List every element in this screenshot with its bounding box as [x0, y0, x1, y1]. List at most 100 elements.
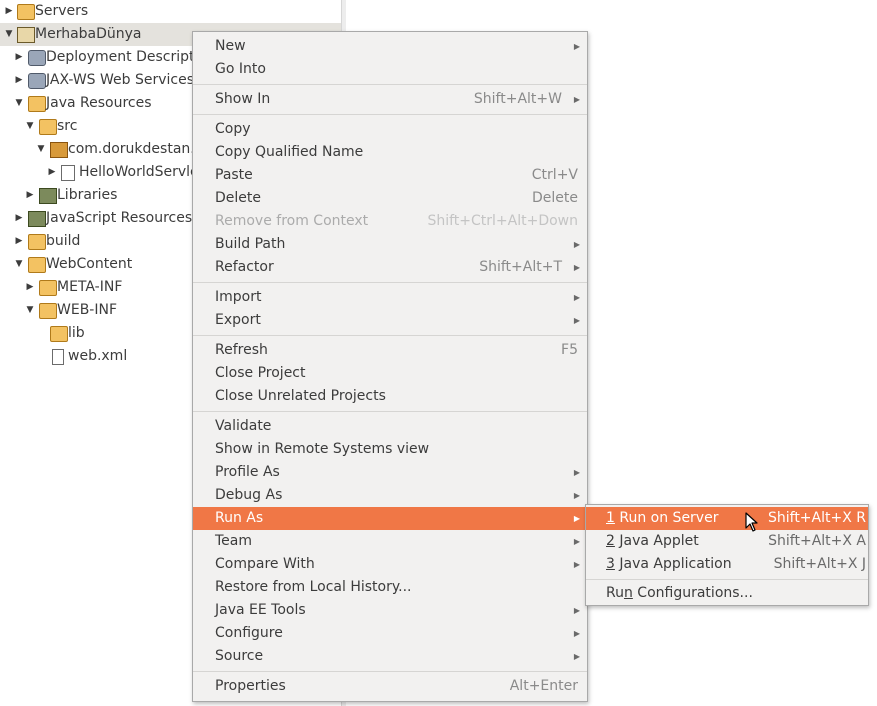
menu-item-java-applet[interactable]: 2 Java Applet Shift+Alt+X A [586, 530, 868, 553]
menu-item-label: Go Into [215, 61, 266, 77]
menu-item-build-path[interactable]: Build Path ▶ [193, 233, 587, 256]
menu-item-compare-with[interactable]: Compare With ▶ [193, 553, 587, 576]
submenu-arrow-icon: ▶ [573, 652, 580, 661]
submenu-arrow-icon: ▶ [573, 293, 580, 302]
tree-item-label: lib [68, 325, 85, 341]
context-menu: New ▶ Go Into Show In Shift+Alt+W ▶ Copy… [192, 31, 588, 702]
menu-item-show-in[interactable]: Show In Shift+Alt+W ▶ [193, 88, 587, 111]
menu-item-validate[interactable]: Validate [193, 415, 587, 438]
expanded-arrow-icon[interactable]: ▼ [13, 92, 25, 115]
menu-item-run-configurations[interactable]: Run Configurations... [586, 582, 868, 605]
mnemonic: 3 [606, 556, 615, 572]
web-project-icon [17, 27, 35, 43]
collapsed-arrow-icon[interactable]: ▶ [24, 184, 36, 207]
tree-item-label: Java Resources [46, 95, 152, 111]
menu-item-shortcut: Shift+Alt+W [473, 91, 562, 107]
java-file-icon [61, 165, 75, 181]
menu-item-paste[interactable]: Paste Ctrl+V [193, 164, 587, 187]
menu-item-configure[interactable]: Configure ▶ [193, 622, 587, 645]
menu-item-close-unrelated-projects[interactable]: Close Unrelated Projects [193, 385, 587, 408]
libraries-icon [39, 188, 57, 204]
expanded-arrow-icon[interactable]: ▼ [35, 138, 47, 161]
label-text: Java Application [614, 556, 732, 572]
menu-item-shortcut: Shift+Alt+X A [768, 533, 866, 549]
menu-item-run-as[interactable]: Run As ▶ [193, 507, 587, 530]
submenu-arrow-icon: ▶ [573, 514, 580, 523]
menu-item-label: Close Unrelated Projects [215, 388, 386, 404]
menu-item-label: Show In [215, 91, 271, 107]
menu-item-label: 1 Run on Server [606, 507, 718, 530]
deployment-descriptor-icon [28, 50, 46, 66]
menu-item-label: Restore from Local History... [215, 579, 412, 595]
mnemonic: 2 [606, 533, 615, 549]
menu-item-go-into[interactable]: Go Into [193, 58, 587, 81]
collapsed-arrow-icon[interactable]: ▶ [24, 276, 36, 299]
expanded-arrow-icon[interactable]: ▼ [3, 23, 15, 46]
menu-item-refactor[interactable]: Refactor Shift+Alt+T ▶ [193, 256, 587, 279]
submenu-arrow-icon: ▶ [573, 95, 580, 104]
menu-item-close-project[interactable]: Close Project [193, 362, 587, 385]
menu-item-label: Refresh [215, 342, 268, 358]
web-services-icon [28, 73, 46, 89]
collapsed-arrow-icon[interactable]: ▶ [46, 161, 58, 184]
label-text: Run on Server [614, 510, 719, 526]
submenu-arrow-icon: ▶ [573, 560, 580, 569]
menu-item-label: Remove from Context [215, 213, 369, 229]
tree-item-servers[interactable]: ▶ Servers [0, 0, 341, 23]
tree-item-label: Libraries [57, 187, 118, 203]
menu-item-label: Java EE Tools [215, 602, 306, 618]
tree-item-label: src [57, 118, 78, 134]
menu-item-java-application[interactable]: 3 Java Application Shift+Alt+X J [586, 553, 868, 576]
package-icon [50, 142, 68, 158]
menu-item-delete[interactable]: Delete Delete [193, 187, 587, 210]
tree-item-label: MerhabaDünya [35, 26, 142, 42]
mouse-pointer-icon [745, 512, 758, 532]
tree-item-label: HelloWorldServle [79, 164, 199, 180]
menu-item-debug-as[interactable]: Debug As ▶ [193, 484, 587, 507]
menu-item-label: Team [215, 533, 253, 549]
menu-item-source[interactable]: Source ▶ [193, 645, 587, 668]
menu-item-show-in-remote-systems[interactable]: Show in Remote Systems view [193, 438, 587, 461]
folder-icon [39, 280, 57, 296]
expanded-arrow-icon[interactable]: ▼ [24, 115, 36, 138]
collapsed-arrow-icon[interactable]: ▶ [13, 69, 25, 92]
menu-separator [586, 579, 868, 580]
menu-item-label: Paste [215, 167, 253, 183]
menu-item-shortcut: Ctrl+V [531, 167, 578, 183]
folder-icon [50, 326, 68, 342]
submenu-arrow-icon: ▶ [573, 263, 580, 272]
submenu-arrow-icon: ▶ [573, 240, 580, 249]
menu-item-run-on-server[interactable]: 1 Run on Server Shift+Alt+X R [586, 507, 868, 530]
menu-item-restore-local-history[interactable]: Restore from Local History... [193, 576, 587, 599]
menu-item-export[interactable]: Export ▶ [193, 309, 587, 332]
label-text: Ru [606, 585, 624, 601]
submenu-arrow-icon: ▶ [573, 316, 580, 325]
java-resources-icon [28, 96, 46, 112]
menu-item-java-ee-tools[interactable]: Java EE Tools ▶ [193, 599, 587, 622]
folder-icon [17, 4, 35, 20]
menu-item-import[interactable]: Import ▶ [193, 286, 587, 309]
submenu-arrow-icon: ▶ [573, 42, 580, 51]
menu-item-refresh[interactable]: Refresh F5 [193, 339, 587, 362]
menu-item-label: Copy Qualified Name [215, 144, 364, 160]
menu-item-properties[interactable]: Properties Alt+Enter [193, 675, 587, 698]
tree-item-label: META-INF [57, 279, 123, 295]
menu-item-copy-qualified-name[interactable]: Copy Qualified Name [193, 141, 587, 164]
folder-icon [39, 303, 57, 319]
collapsed-arrow-icon[interactable]: ▶ [13, 207, 25, 230]
collapsed-arrow-icon[interactable]: ▶ [13, 230, 25, 253]
menu-item-new[interactable]: New ▶ [193, 35, 587, 58]
menu-item-copy[interactable]: Copy [193, 118, 587, 141]
expanded-arrow-icon[interactable]: ▼ [24, 299, 36, 322]
menu-item-label: Show in Remote Systems view [215, 441, 430, 457]
expanded-arrow-icon[interactable]: ▼ [13, 253, 25, 276]
menu-item-label: 2 Java Applet [606, 530, 699, 553]
mnemonic: 1 [606, 510, 615, 526]
menu-item-label: Source [215, 648, 264, 664]
collapsed-arrow-icon[interactable]: ▶ [13, 46, 25, 69]
collapsed-arrow-icon[interactable]: ▶ [3, 0, 15, 23]
menu-item-profile-as[interactable]: Profile As ▶ [193, 461, 587, 484]
menu-separator [193, 335, 587, 336]
submenu-arrow-icon: ▶ [573, 468, 580, 477]
menu-item-team[interactable]: Team ▶ [193, 530, 587, 553]
